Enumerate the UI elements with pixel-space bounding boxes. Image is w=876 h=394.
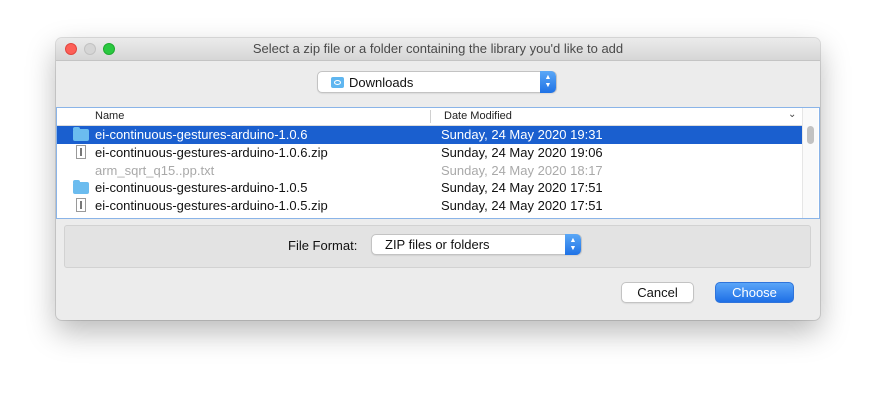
dialog-title: Select a zip file or a folder containing… <box>252 41 624 56</box>
file-row[interactable]: ei-continuous-gestures-arduino-1.0.5 Sun… <box>57 179 802 197</box>
file-format-value: ZIP files or folders <box>385 237 490 252</box>
file-name: arm_sqrt_q15..pp.txt <box>95 163 215 178</box>
title-bar: Select a zip file or a folder containing… <box>56 38 820 61</box>
file-row[interactable]: ei-continuous-gestures-arduino-1.0.5.zip… <box>57 197 802 215</box>
file-date: Sunday, 24 May 2020 17:51 <box>441 198 603 213</box>
column-separator[interactable] <box>430 110 431 123</box>
choose-button[interactable]: Choose <box>715 282 794 303</box>
chevron-up-down-icon: ▲ ▼ <box>540 71 556 93</box>
scrollbar-thumb[interactable] <box>807 126 814 144</box>
cancel-button[interactable]: Cancel <box>621 282 694 303</box>
vertical-scrollbar[interactable] <box>802 108 818 218</box>
file-row: arm_sqrt_q15..pp.txt Sunday, 24 May 2020… <box>57 162 802 180</box>
zip-file-icon <box>76 145 86 159</box>
file-date: Sunday, 24 May 2020 18:17 <box>441 163 603 178</box>
file-name: ei-continuous-gestures-arduino-1.0.6.zip <box>95 145 328 160</box>
file-format-popup[interactable]: ZIP files or folders ▲ ▼ <box>371 234 582 255</box>
file-date: Sunday, 24 May 2020 19:31 <box>441 127 603 142</box>
file-name: ei-continuous-gestures-arduino-1.0.5 <box>95 180 308 195</box>
file-chooser-dialog: Select a zip file or a folder containing… <box>56 38 820 320</box>
sort-chevron-down-icon[interactable]: ⌄ <box>788 109 796 120</box>
location-popup[interactable]: Downloads ▲ ▼ <box>317 71 557 93</box>
file-name: ei-continuous-gestures-arduino-1.0.6 <box>95 127 308 142</box>
chevron-up-down-icon: ▲ ▼ <box>565 234 581 255</box>
file-row[interactable]: ei-continuous-gestures-arduino-1.0.6 Sun… <box>57 126 802 144</box>
location-label: Downloads <box>349 75 414 90</box>
folder-icon <box>73 127 89 141</box>
column-header: Name Date Modified ⌄ <box>56 108 802 126</box>
file-format-panel: File Format: ZIP files or folders ▲ ▼ <box>64 225 811 268</box>
column-date-header[interactable]: Date Modified <box>444 110 512 122</box>
column-name-header[interactable]: Name <box>95 110 124 122</box>
file-row[interactable]: ei-continuous-gestures-arduino-1.0.6.zip… <box>57 144 802 162</box>
file-name: ei-continuous-gestures-arduino-1.0.5.zip <box>95 198 328 213</box>
file-list[interactable]: Name Date Modified ⌄ ei-continuous-gestu… <box>56 107 820 219</box>
file-date: Sunday, 24 May 2020 19:06 <box>441 145 603 160</box>
file-format-label: File Format: <box>288 238 358 253</box>
zip-file-icon <box>76 198 86 212</box>
file-date: Sunday, 24 May 2020 17:51 <box>441 180 603 195</box>
folder-icon <box>73 180 89 194</box>
downloads-folder-icon <box>331 77 344 88</box>
